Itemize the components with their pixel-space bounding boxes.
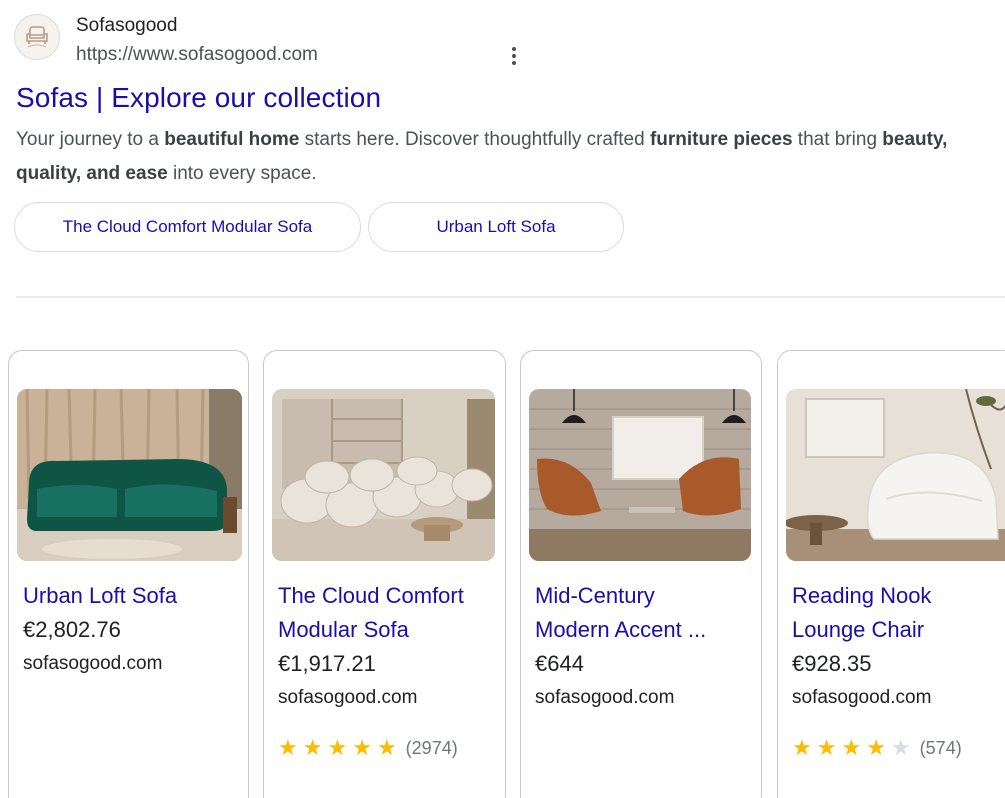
product-card-mid-century-chair[interactable]: Mid-Century Modern Accent ... €644 sofas…: [520, 350, 762, 798]
site-url: https://www.sofasogood.com: [76, 44, 318, 65]
product-title-line2[interactable]: Modern Accent ...: [535, 613, 706, 647]
sofa-logo-icon: [14, 14, 60, 60]
snippet-highlight: beautiful home: [164, 129, 300, 150]
divider: [16, 296, 1005, 298]
sitelink-cloud-comfort[interactable]: The Cloud Comfort Modular Sofa: [14, 202, 361, 252]
product-title-line2[interactable]: Modular Sofa: [278, 613, 409, 647]
product-rating: ★ ★ ★ ★ ★ (2974): [278, 737, 458, 759]
snippet-text: Your journey to a: [16, 129, 165, 150]
star-icon: ★: [816, 735, 837, 760]
star-icon: ★: [352, 735, 372, 760]
product-card-reading-nook-chair[interactable]: Reading Nook Lounge Chair €928.35 sofaso…: [777, 350, 1005, 798]
product-site: sofasogood.com: [23, 653, 163, 674]
product-image: [529, 389, 751, 561]
site-name: Sofasogood: [76, 15, 178, 36]
product-image: [786, 389, 1005, 561]
star-icon: ★: [866, 735, 886, 760]
product-image: [17, 389, 242, 561]
product-title-line1[interactable]: Mid-Century: [535, 579, 655, 613]
snippet-highlight: furniture pieces: [649, 129, 793, 150]
product-site: sofasogood.com: [535, 687, 675, 708]
site-header[interactable]: Sofasogood https://www.sofasogood.com: [14, 14, 318, 67]
product-title[interactable]: Urban Loft Sofa: [23, 579, 177, 613]
star-icon: ★: [792, 735, 812, 760]
review-count: (2974): [405, 737, 458, 758]
snippet-text: starts here. Discover thoughtfully craft…: [299, 129, 650, 150]
more-vert-icon[interactable]: [500, 40, 528, 72]
snippet-text: that bring: [792, 129, 883, 150]
search-result-page: Sofasogood https://www.sofasogood.com So…: [0, 0, 1005, 798]
snippet-text: into every space.: [167, 163, 317, 184]
result-snippet: Your journey to a beautiful home starts …: [16, 123, 976, 191]
product-card-cloud-comfort-sofa[interactable]: The Cloud Comfort Modular Sofa €1,917.21…: [263, 350, 506, 798]
product-price: €644: [535, 651, 584, 676]
product-card-urban-loft-sofa[interactable]: Urban Loft Sofa €2,802.76 sofasogood.com: [8, 350, 249, 798]
product-price: €1,917.21: [278, 651, 376, 676]
star-icon: ★: [278, 735, 298, 760]
star-icon: ★: [327, 735, 348, 760]
result-title-link[interactable]: Sofas | Explore our collection: [16, 82, 381, 114]
star-icon: ★: [376, 735, 397, 760]
star-icon: ★: [302, 735, 323, 760]
star-icon: ★: [890, 735, 911, 760]
product-price: €928.35: [792, 651, 872, 676]
product-site: sofasogood.com: [278, 687, 418, 708]
product-price: €2,802.76: [23, 617, 121, 642]
product-title-line1[interactable]: The Cloud Comfort: [278, 579, 464, 613]
product-rating: ★ ★ ★ ★ ★ (574): [792, 737, 962, 759]
star-icon: ★: [841, 735, 862, 760]
product-title-line2[interactable]: Lounge Chair: [792, 613, 924, 647]
site-info: Sofasogood https://www.sofasogood.com: [76, 14, 318, 67]
product-title-line1[interactable]: Reading Nook: [792, 579, 931, 613]
product-site: sofasogood.com: [792, 687, 932, 708]
review-count: (574): [919, 737, 962, 758]
sitelink-urban-loft[interactable]: Urban Loft Sofa: [368, 202, 624, 252]
product-image: [272, 389, 495, 561]
